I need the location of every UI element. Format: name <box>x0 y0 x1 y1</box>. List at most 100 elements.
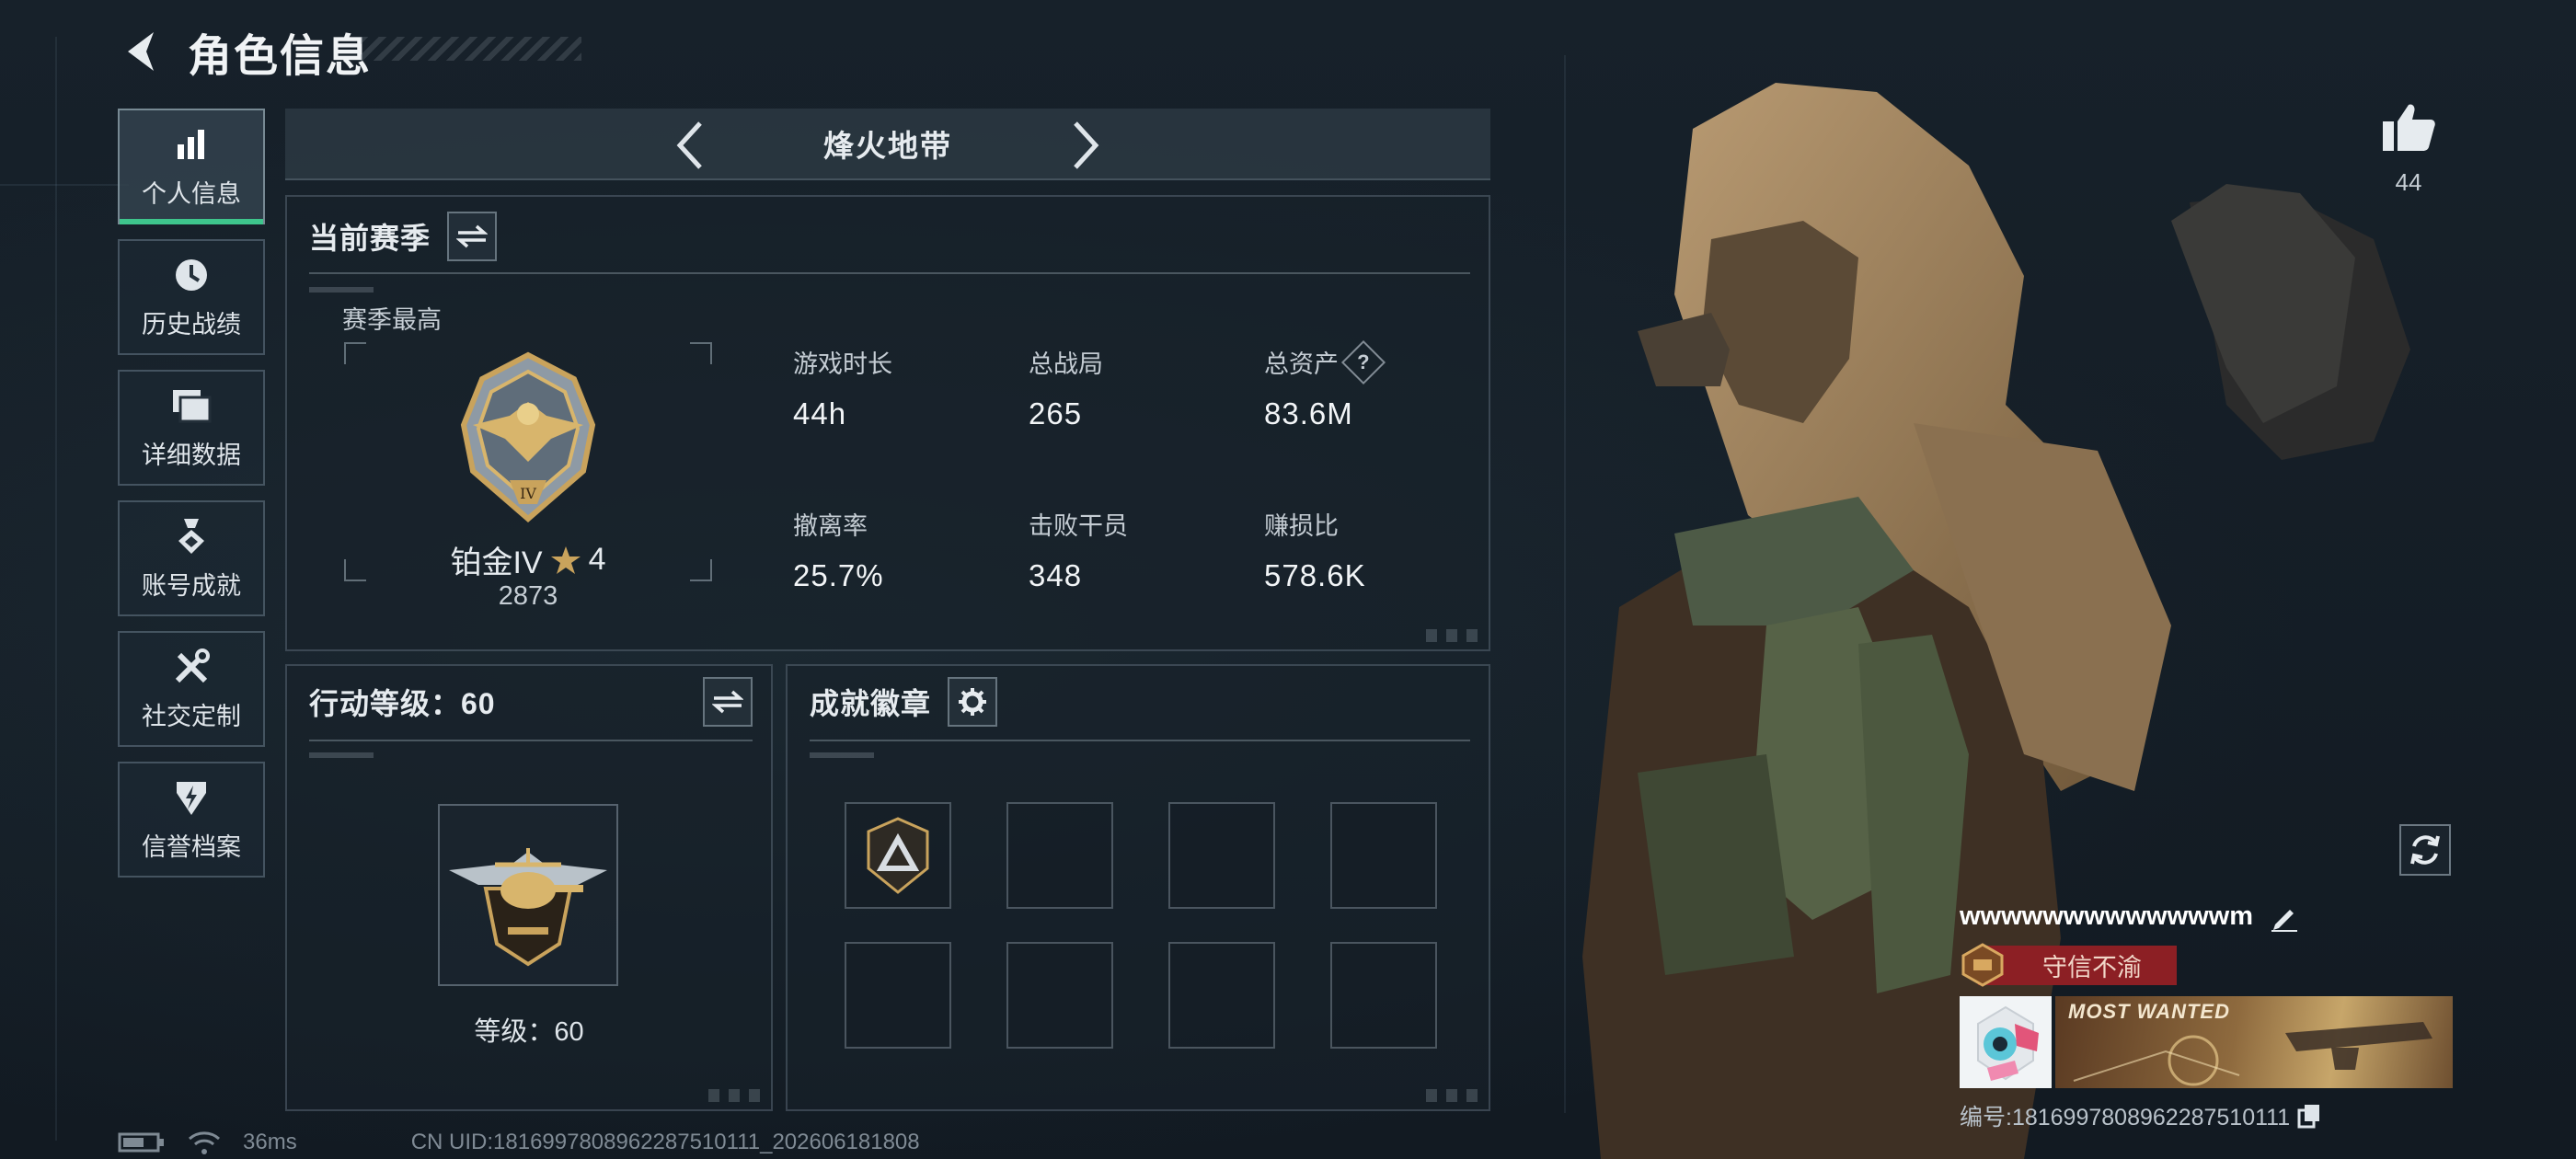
banner-artwork <box>2073 1022 2432 1086</box>
divider <box>309 272 1470 274</box>
sidebar-item-label: 个人信息 <box>142 179 241 208</box>
stat-value: 25.7% <box>793 558 884 592</box>
player-name-row: wwwwwwwwwwwwwm <box>1960 901 2456 932</box>
season-panel-title: 当前赛季 <box>309 222 431 255</box>
title-emblem-icon <box>1961 943 2004 987</box>
stat-label: 赚损比 <box>1264 512 1339 540</box>
folder-icon <box>170 385 213 426</box>
sidebar-item-credit-record[interactable]: 信誉档案 <box>118 762 265 878</box>
stat-play-time: 游戏时长 44h <box>793 344 892 431</box>
panel-corner-decoration <box>1426 1089 1481 1102</box>
sidebar-item-label: 详细数据 <box>142 441 241 469</box>
battery-icon <box>118 1132 164 1153</box>
help-glyph: ? <box>1357 350 1370 373</box>
player-avatar[interactable] <box>1960 996 2052 1088</box>
page-header: 角色信息 <box>118 22 372 81</box>
swap-arrows-icon <box>456 224 489 248</box>
rank-name-row: 铂金IV 4 <box>344 537 712 582</box>
panel-corner-decoration <box>708 1089 764 1102</box>
sidebar-item-label: 信誉档案 <box>142 832 241 861</box>
bar-chart-icon <box>170 124 213 165</box>
back-button[interactable] <box>118 22 164 81</box>
like-count: 44 <box>2395 168 2422 196</box>
sidebar-item-achievements[interactable]: 账号成就 <box>118 500 265 616</box>
player-banner[interactable]: MOST WANTED <box>2055 996 2453 1088</box>
copy-icon[interactable] <box>2297 1103 2321 1129</box>
stat-extract-rate: 撤离率 25.7% <box>793 506 884 593</box>
badge-slot-6[interactable] <box>1006 942 1113 1049</box>
action-level-emblem[interactable] <box>438 804 618 986</box>
badge-slot-2[interactable] <box>1006 802 1113 909</box>
stat-value: 348 <box>1029 558 1083 592</box>
frame-corner <box>344 342 366 364</box>
season-switch-button[interactable] <box>447 212 498 261</box>
badge-slot-7[interactable] <box>1168 942 1275 1049</box>
achievement-title: 成就徽章 <box>810 687 932 720</box>
stat-total-matches: 总战局 265 <box>1029 344 1103 431</box>
achievement-medal-icon <box>170 516 213 557</box>
help-icon[interactable]: ? <box>1340 339 1386 384</box>
decor-line <box>55 37 57 1141</box>
rotate-model-button[interactable] <box>2399 824 2451 876</box>
stat-value: 83.6M <box>1264 396 1353 430</box>
player-name: wwwwwwwwwwwwwm <box>1960 901 2254 931</box>
sidebar-item-detail-data[interactable]: 详细数据 <box>118 370 265 486</box>
badge-slot-8[interactable] <box>1330 942 1437 1049</box>
divider <box>309 740 753 741</box>
next-mode-button[interactable] <box>1058 118 1113 173</box>
rotate-icon <box>2410 835 2440 865</box>
stat-total-assets: 总资产 ? 83.6M <box>1264 339 1386 431</box>
sidebar-item-label: 历史战绩 <box>142 310 241 339</box>
edit-pencil-icon[interactable] <box>2270 902 2299 932</box>
chevron-right-icon <box>1074 121 1099 169</box>
stat-label: 总资产 <box>1264 350 1339 378</box>
shield-bolt-icon <box>170 777 213 818</box>
prev-mode-button[interactable] <box>662 118 718 173</box>
sidebar-item-history[interactable]: 历史战绩 <box>118 239 265 355</box>
season-best-label: 赛季最高 <box>342 306 442 334</box>
sidebar-item-social-custom[interactable]: 社交定制 <box>118 631 265 747</box>
action-level-title: 行动等级：60 <box>309 687 496 720</box>
badge-slot-4[interactable] <box>1330 802 1437 909</box>
rank-name: 铂金IV <box>450 545 543 580</box>
history-clock-icon <box>170 255 213 295</box>
gear-icon <box>959 688 987 716</box>
stat-label: 撤离率 <box>793 512 868 540</box>
achievement-header: 成就徽章 <box>810 677 998 727</box>
sidebar-item-personal-info[interactable]: 个人信息 <box>118 109 265 224</box>
helicopter-emblem-icon <box>449 848 607 967</box>
chevron-left-icon <box>676 121 702 169</box>
badge-slot-5[interactable] <box>845 942 951 1049</box>
panel-corner-decoration <box>1426 629 1481 642</box>
player-card: wwwwwwwwwwwwwm 守信不渝 MOST WANTED 编号:18169… <box>1960 901 2456 1132</box>
platinum-rank-medal-icon: IV <box>460 351 596 522</box>
sidebar: 个人信息 历史战绩 详细数据 账号成就 社交定制 信誉档案 <box>118 109 265 892</box>
rank-score: 2873 <box>498 581 558 611</box>
current-season-panel: 当前赛季 赛季最高 IV 铂金IV 4 2873 游戏时长 44h 总战局 26… <box>285 195 1490 651</box>
player-id-row: 编号:1816997808962287510111 <box>1960 1099 2456 1132</box>
decor-line <box>0 184 129 186</box>
decor-mark <box>309 287 374 293</box>
action-level-switch-button[interactable] <box>703 677 753 727</box>
player-title-badge[interactable]: 守信不渝 <box>1960 943 2456 987</box>
action-level-panel: 行动等级：60 等级：60 <box>285 664 773 1111</box>
like-block: 44 <box>2379 101 2438 197</box>
decor-mark <box>810 752 874 758</box>
season-panel-header: 当前赛季 <box>309 212 498 261</box>
star-icon <box>550 545 581 574</box>
back-arrow-icon <box>128 32 154 71</box>
stat-value: 578.6K <box>1264 558 1366 592</box>
badge-slot-1[interactable] <box>845 802 951 909</box>
achievement-badges-panel: 成就徽章 <box>786 664 1490 1111</box>
divider <box>810 740 1470 741</box>
rank-stars: 4 <box>588 542 606 577</box>
stat-value: 44h <box>793 396 847 430</box>
ping-text: 36ms <box>243 1130 297 1154</box>
like-button[interactable] <box>2379 101 2438 157</box>
achievement-settings-button[interactable] <box>948 677 998 727</box>
action-level-header: 行动等级：60 <box>309 677 753 727</box>
badge-slot-3[interactable] <box>1168 802 1275 909</box>
thumbs-up-icon <box>2383 104 2435 151</box>
stat-label-row: 总资产 ? <box>1264 339 1386 384</box>
game-mode-title: 烽火地带 <box>823 129 952 163</box>
